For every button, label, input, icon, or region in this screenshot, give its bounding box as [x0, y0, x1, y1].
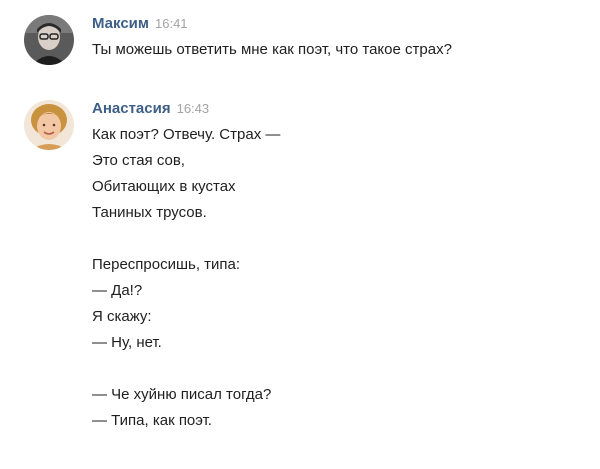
- message-text: Как поэт? Отвечу. Страх — Это стая сов, …: [92, 122, 592, 434]
- message-line: — Че хуйню писал тогда?: [92, 386, 272, 403]
- message-line: — Ну, нет.: [92, 334, 162, 351]
- message-author[interactable]: Анастасия: [92, 100, 171, 117]
- avatar[interactable]: [24, 15, 74, 65]
- chat-history: Максим 16:41 Ты можешь ответить мне как п…: [0, 0, 600, 469]
- message-author[interactable]: Максим: [92, 15, 149, 32]
- avatar[interactable]: [24, 100, 74, 150]
- message-line: Переспросишь, типа:: [92, 256, 241, 273]
- message-line: Я скажу:: [92, 308, 152, 325]
- message-line-blank: [92, 226, 592, 252]
- message-time[interactable]: 16:41: [155, 16, 188, 31]
- message-line: Как поэт? Отвечу. Страх —: [92, 126, 281, 143]
- user-photo-icon: [24, 15, 74, 65]
- message-line: Таниных трусов.: [92, 204, 207, 221]
- message-line: Это стая сов,: [92, 152, 185, 169]
- message-line-blank: [92, 356, 592, 382]
- message-text: Ты можешь ответить мне как поэт, что так…: [92, 37, 592, 63]
- user-photo-icon: [24, 100, 74, 150]
- message-line: — Типа, как поэт.: [92, 412, 212, 429]
- message-line: Ты можешь ответить мне как поэт, что так…: [92, 41, 452, 58]
- message-line: — Да!?: [92, 282, 143, 299]
- message-time[interactable]: 16:43: [177, 101, 210, 116]
- message-line: Обитающих в кустах: [92, 178, 236, 195]
